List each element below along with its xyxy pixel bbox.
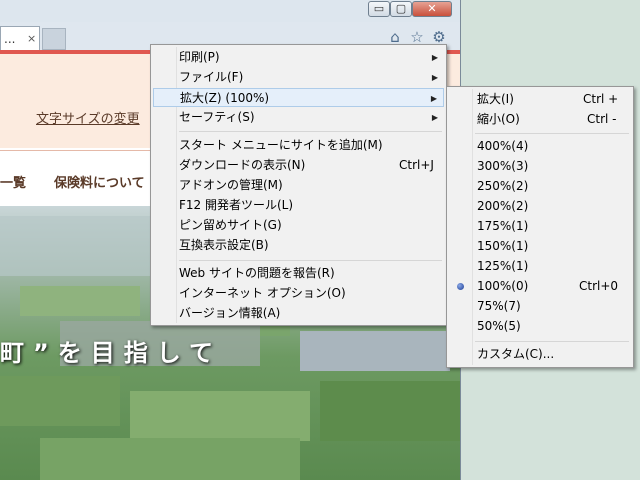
- town-area: [300, 331, 450, 371]
- menu-item-zoom-in[interactable]: 拡大(I) Ctrl +: [449, 90, 631, 109]
- shortcut-label: Ctrl+J: [399, 158, 434, 172]
- nav-item-insurance[interactable]: 保険料について: [54, 172, 145, 191]
- menu-item-safety[interactable]: セーフティ(S) ▶: [153, 108, 444, 127]
- menu-item-view-downloads[interactable]: ダウンロードの表示(N) Ctrl+J: [153, 156, 444, 175]
- nav-item-list[interactable]: 一覧: [0, 172, 26, 191]
- field-patch: [320, 381, 460, 441]
- menu-separator: [179, 260, 442, 261]
- menu-item-zoom-300[interactable]: 300%(3): [449, 157, 631, 176]
- menu-item-zoom-250[interactable]: 250%(2): [449, 177, 631, 196]
- minimize-button[interactable]: ▭: [368, 1, 390, 17]
- menu-item-about[interactable]: バージョン情報(A): [153, 304, 444, 323]
- menu-item-pinned-sites[interactable]: ピン留めサイト(G): [153, 216, 444, 235]
- menu-item-dev-tools[interactable]: F12 開発者ツール(L): [153, 196, 444, 215]
- menu-item-zoom-150[interactable]: 150%(1): [449, 237, 631, 256]
- menu-item-zoom-175[interactable]: 175%(1): [449, 217, 631, 236]
- field-patch: [20, 286, 140, 316]
- field-patch: [40, 438, 300, 480]
- menu-item-compat-view[interactable]: 互換表示設定(B): [153, 236, 444, 255]
- menu-item-zoom-200[interactable]: 200%(2): [449, 197, 631, 216]
- menu-item-zoom-custom[interactable]: カスタム(C)...: [449, 345, 631, 364]
- submenu-arrow-icon: ▶: [431, 53, 438, 62]
- field-patch: [130, 391, 310, 441]
- menu-item-zoom-50[interactable]: 50%(5): [449, 317, 631, 336]
- close-window-button[interactable]: ✕: [412, 1, 452, 17]
- maximize-button[interactable]: ▢: [390, 1, 412, 17]
- browser-tab[interactable]: ... ×: [0, 26, 40, 50]
- text-size-link[interactable]: 文字サイズの変更: [36, 108, 140, 127]
- page-slogan: 町”を目指して: [0, 339, 223, 367]
- submenu-arrow-icon: ▶: [431, 73, 438, 82]
- new-tab-button[interactable]: [42, 28, 66, 50]
- tab-close-icon[interactable]: ×: [27, 32, 36, 45]
- menu-item-zoom-125[interactable]: 125%(1): [449, 257, 631, 276]
- menu-item-zoom-75[interactable]: 75%(7): [449, 297, 631, 316]
- menu-item-internet-options[interactable]: インターネット オプション(O): [153, 284, 444, 303]
- title-bar: ▭ ▢ ✕: [0, 0, 460, 22]
- tab-title: ...: [4, 32, 16, 46]
- menu-item-file[interactable]: ファイル(F) ▶: [153, 68, 444, 87]
- menu-item-zoom-out[interactable]: 縮小(O) Ctrl -: [449, 110, 631, 129]
- shortcut-label: Ctrl+0: [579, 279, 619, 293]
- field-patch: [0, 376, 120, 426]
- menu-item-print[interactable]: 印刷(P) ▶: [153, 48, 444, 67]
- zoom-submenu: 拡大(I) Ctrl + 縮小(O) Ctrl - 400%(4) 300%(3…: [446, 86, 634, 368]
- menu-separator: [475, 133, 629, 134]
- submenu-arrow-icon: ▶: [430, 94, 437, 103]
- menu-item-manage-addons[interactable]: アドオンの管理(M): [153, 176, 444, 195]
- menu-item-zoom-100[interactable]: 100%(0) Ctrl+0: [449, 277, 631, 296]
- submenu-arrow-icon: ▶: [431, 113, 438, 122]
- shortcut-label: Ctrl -: [587, 112, 617, 126]
- menu-separator: [179, 131, 442, 132]
- tools-menu: 印刷(P) ▶ ファイル(F) ▶ 拡大(Z) (100%) ▶ セーフティ(S…: [150, 44, 447, 326]
- menu-item-zoom[interactable]: 拡大(Z) (100%) ▶: [153, 88, 444, 107]
- menu-item-report-site-problem[interactable]: Web サイトの問題を報告(R): [153, 264, 444, 283]
- menu-item-zoom-400[interactable]: 400%(4): [449, 137, 631, 156]
- shortcut-label: Ctrl +: [583, 92, 619, 106]
- river-area: [0, 216, 160, 276]
- selected-radio-icon: [457, 283, 464, 290]
- menu-item-add-site-to-start[interactable]: スタート メニューにサイトを追加(M): [153, 136, 444, 155]
- menu-separator: [475, 341, 629, 342]
